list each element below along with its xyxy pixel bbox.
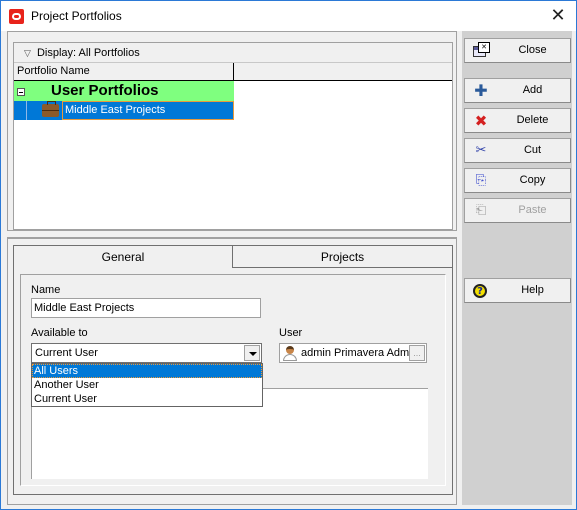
window-title: Project Portfolios (31, 9, 122, 23)
dialog-body: ▽ Display: All Portfolios Portfolio Name… (7, 31, 572, 505)
portfolio-list-panel: ▽ Display: All Portfolios Portfolio Name… (7, 31, 457, 231)
copy-button[interactable]: ⎘ Copy (464, 168, 571, 193)
user-browse-button[interactable]: ... (409, 345, 425, 361)
close-button-label: Close (518, 44, 547, 56)
portfolio-name[interactable]: Middle East Projects (62, 101, 234, 120)
plus-icon: ✚ (474, 81, 488, 100)
add-button-label: Add (522, 84, 543, 96)
project-portfolios-dialog: Project Portfolios ✕ ▽ Display: All Port… (0, 0, 577, 510)
user-label: User (279, 327, 303, 339)
title-bar: Project Portfolios ✕ (1, 1, 576, 31)
details-tabs: General Projects (13, 245, 453, 268)
chevron-down-icon[interactable] (244, 345, 260, 361)
user-value: admin Primavera Admir (301, 347, 409, 359)
action-button-column: Close ✚ Add ✖ Delete ✂ Cut ⎘ Copy ⎗ Past… (462, 31, 572, 505)
help-icon: ? (473, 284, 487, 298)
portfolio-list[interactable]: ▽ Display: All Portfolios Portfolio Name… (13, 42, 453, 230)
close-window-icon (473, 42, 490, 57)
display-filter-bar[interactable]: ▽ Display: All Portfolios (14, 43, 452, 63)
paste-button[interactable]: ⎗ Paste (464, 198, 571, 223)
help-button-label: Help (521, 284, 544, 296)
available-to-value: Current User (35, 347, 98, 359)
column-header-portfolio-name[interactable]: Portfolio Name (14, 63, 234, 80)
cut-button-label: Cut (523, 144, 542, 156)
close-button[interactable]: Close (464, 38, 571, 63)
available-to-label: Available to (31, 327, 88, 339)
tab-projects[interactable]: Projects (232, 245, 453, 268)
collapse-icon[interactable] (17, 88, 25, 96)
cut-button[interactable]: ✂ Cut (464, 138, 571, 163)
paste-icon: ⎗ (475, 203, 487, 218)
copy-icon: ⎘ (475, 173, 487, 188)
briefcase-icon (42, 101, 59, 117)
name-input[interactable]: Middle East Projects (31, 298, 261, 318)
details-panel: General Projects Name Middle East Projec… (7, 237, 457, 505)
name-label: Name (31, 284, 61, 296)
user-field[interactable]: admin Primavera Admir ... (279, 343, 427, 363)
available-to-select[interactable]: Current User (31, 343, 262, 363)
display-filter-label[interactable]: Display: All Portfolios (37, 47, 140, 59)
tab-general[interactable]: General (13, 245, 233, 268)
scissors-icon: ✂ (475, 143, 487, 158)
general-tab-content: Name Middle East Projects Available to C… (13, 268, 453, 495)
delete-button-label: Delete (516, 114, 549, 126)
row-indent-cell (14, 101, 27, 120)
group-label: User Portfolios (51, 82, 159, 99)
user-avatar-icon (282, 345, 298, 362)
copy-button-label: Copy (519, 174, 546, 186)
dropdown-option-all-users[interactable]: All Users (32, 364, 262, 378)
dropdown-option-current-user[interactable]: Current User (32, 392, 262, 406)
add-button[interactable]: ✚ Add (464, 78, 571, 103)
display-dropdown-icon[interactable]: ▽ (24, 48, 31, 58)
available-to-dropdown-list: All Users Another User Current User (31, 363, 263, 407)
dropdown-option-another-user[interactable]: Another User (32, 378, 262, 392)
column-header-row: Portfolio Name (14, 63, 452, 81)
help-button[interactable]: ? Help (464, 278, 571, 303)
window-close-button[interactable]: ✕ (546, 4, 570, 28)
delete-x-icon: ✖ (474, 112, 488, 130)
paste-button-label: Paste (518, 204, 547, 216)
delete-button[interactable]: ✖ Delete (464, 108, 571, 133)
list-item[interactable]: Middle East Projects (14, 101, 234, 120)
oracle-logo-icon (9, 9, 24, 24)
group-row-user-portfolios[interactable]: User Portfolios (14, 81, 234, 101)
